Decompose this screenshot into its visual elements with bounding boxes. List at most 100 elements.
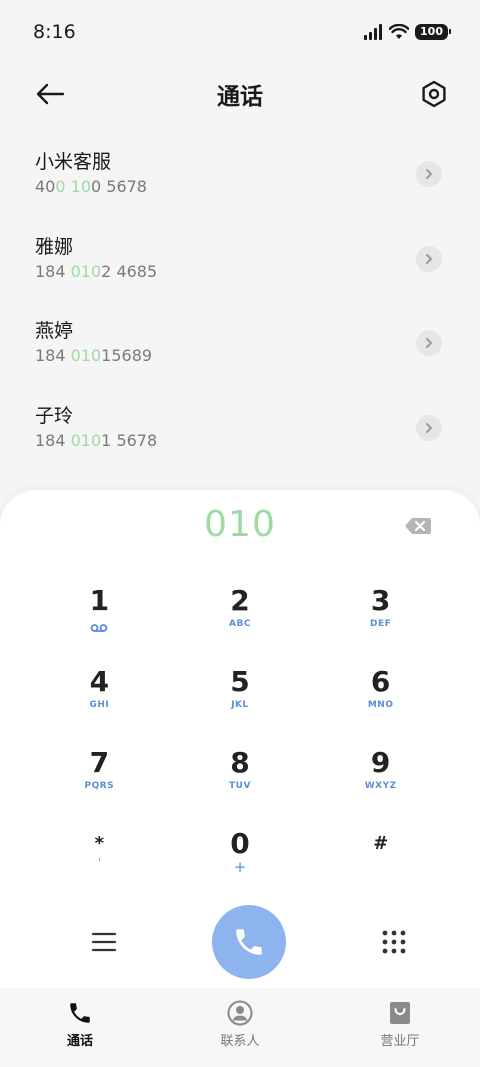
- bottom-navigation: 通话 联系人 营业厅: [0, 988, 480, 1067]
- dial-key-letters: ABC: [229, 619, 251, 629]
- person-icon: [227, 1000, 253, 1026]
- dial-key-digit: 9: [370, 746, 391, 779]
- contact-result-text: 子玲 184 0101 5678: [35, 403, 157, 453]
- nav-tab-contacts[interactable]: 联系人: [170, 1000, 310, 1049]
- contact-result-row[interactable]: 小米客服 400 100 5678: [0, 132, 480, 217]
- status-bar: 8:16 100: [0, 0, 480, 64]
- dialer-actions: [0, 904, 480, 980]
- nav-label-contacts: 联系人: [220, 1034, 260, 1049]
- battery-indicator: 100: [415, 24, 451, 40]
- contact-number: 184 0102 4685: [35, 260, 157, 284]
- status-icons: 100: [363, 24, 451, 40]
- dial-key-letters: PQRS: [84, 781, 115, 791]
- settings-button[interactable]: [416, 76, 452, 112]
- contact-result-row[interactable]: 子玲 184 0101 5678: [0, 386, 480, 471]
- dial-key-letters: WXYZ: [364, 781, 397, 791]
- number-match-highlight: 010: [70, 261, 102, 281]
- dial-key-letters: GHI: [89, 700, 110, 710]
- contact-number: 184 0101 5678: [35, 429, 157, 453]
- phone-icon: [70, 1003, 90, 1023]
- chevron-right-icon: [426, 169, 432, 180]
- contact-detail-button[interactable]: [416, 161, 442, 188]
- voicemail-icon: [90, 618, 108, 637]
- chevron-right-icon: [426, 253, 432, 264]
- dial-key-digit: 7: [89, 746, 110, 779]
- dial-key-1[interactable]: 1: [29, 580, 170, 661]
- dial-key-star[interactable]: * ': [29, 823, 170, 904]
- menu-icon: [91, 932, 117, 952]
- back-button[interactable]: [32, 76, 68, 112]
- dial-key-letters: +: [233, 858, 247, 876]
- dial-key-digit: 5: [230, 665, 250, 698]
- keypad-toggle-button[interactable]: [376, 924, 412, 960]
- contact-result-row[interactable]: 雅娜 184 0102 4685: [0, 217, 480, 302]
- contact-name: 燕婷: [35, 320, 74, 343]
- number-match-highlight: 10: [70, 177, 91, 197]
- dial-key-hash[interactable]: #: [310, 823, 451, 904]
- page-title: 通话: [217, 84, 263, 110]
- settings-hexagon-icon: [422, 80, 446, 108]
- number-match-highlight: 010: [70, 346, 102, 366]
- nav-label-service-hall: 营业厅: [380, 1034, 420, 1049]
- backspace-button[interactable]: [403, 515, 433, 537]
- dial-key-6[interactable]: 6 MNO: [310, 661, 451, 742]
- number-segment: 0 5678: [91, 177, 147, 197]
- chevron-right-icon: [426, 422, 432, 433]
- keypad: 1 2 ABC 3 DEF 4 GHI 5 JKL 6 MNO 7 PQRS 8 TUV 9 WXYZ * ' 0 + #: [29, 580, 451, 904]
- dial-key-digit: 2: [230, 584, 250, 617]
- dial-key-digit: 6: [370, 665, 391, 698]
- dial-key-letters: MNO: [367, 700, 394, 710]
- contact-name: 子玲: [35, 404, 74, 427]
- chevron-right-icon: [426, 338, 432, 349]
- contact-name: 雅娜: [35, 235, 74, 258]
- nav-tab-service-hall[interactable]: 营业厅: [330, 1000, 470, 1049]
- app-bar: 通话: [0, 70, 480, 118]
- number-segment: 15689: [101, 346, 153, 366]
- contact-number: 400 100 5678: [35, 175, 147, 199]
- number-segment: 184: [35, 346, 71, 366]
- contact-detail-button[interactable]: [416, 330, 442, 357]
- nav-label-calls: 通话: [66, 1034, 93, 1049]
- number-match-highlight: 010: [70, 430, 102, 450]
- back-arrow-icon: [36, 83, 65, 105]
- wifi-icon: [389, 24, 410, 39]
- dial-key-4[interactable]: 4 GHI: [29, 661, 170, 742]
- dial-key-digit: 3: [370, 584, 391, 617]
- contact-result-text: 雅娜 184 0102 4685: [35, 234, 157, 284]
- nav-tab-calls[interactable]: 通话: [10, 1000, 150, 1049]
- status-time: 8:16: [33, 21, 76, 43]
- call-button[interactable]: [212, 905, 286, 979]
- contact-number: 184 01015689: [35, 344, 152, 368]
- dial-key-digit: #: [373, 833, 389, 854]
- dial-key-letters: JKL: [231, 700, 249, 710]
- backspace-icon: [405, 518, 431, 534]
- contact-result-text: 燕婷 184 01015689: [35, 318, 152, 368]
- dialpad-grid-icon: [382, 930, 406, 954]
- shopping-bag-icon: [390, 1002, 410, 1024]
- dial-key-letters: DEF: [370, 619, 392, 629]
- dial-key-digit: 4: [89, 665, 110, 698]
- dialer-panel: 010 1 2 ABC 3 DEF 4 GHI 5 JKL 6 MNO 7 PQRS 8 TUV 9 WXYZ *…: [0, 490, 480, 1067]
- dial-key-0[interactable]: 0 +: [170, 823, 311, 904]
- contact-result-row[interactable]: 燕婷 184 01015689: [0, 301, 480, 386]
- dial-key-3[interactable]: 3 DEF: [310, 580, 451, 661]
- contact-name: 小米客服: [35, 151, 112, 174]
- dial-key-8[interactable]: 8 TUV: [170, 742, 311, 823]
- dial-key-letters: TUV: [229, 781, 251, 791]
- number-segment: 40: [35, 177, 56, 197]
- dial-key-digit: 8: [230, 746, 250, 779]
- signal-icon: [364, 24, 383, 40]
- phone-call-icon: [236, 929, 262, 955]
- contact-detail-button[interactable]: [416, 245, 442, 272]
- contact-detail-button[interactable]: [416, 414, 442, 441]
- contact-results-list: 小米客服 400 100 5678 雅娜 184 0102 4685 燕婷 184 010…: [0, 132, 480, 470]
- number-segment: 1 5678: [101, 430, 158, 450]
- dial-key-digit: 0: [230, 827, 250, 860]
- menu-button[interactable]: [86, 924, 122, 960]
- dial-key-9[interactable]: 9 WXYZ: [310, 742, 451, 823]
- number-segment: 2 4685: [101, 261, 158, 281]
- dial-key-5[interactable]: 5 JKL: [170, 661, 311, 742]
- dial-key-7[interactable]: 7 PQRS: [29, 742, 170, 823]
- dial-key-2[interactable]: 2 ABC: [170, 580, 311, 661]
- contact-result-text: 小米客服 400 100 5678: [35, 149, 147, 199]
